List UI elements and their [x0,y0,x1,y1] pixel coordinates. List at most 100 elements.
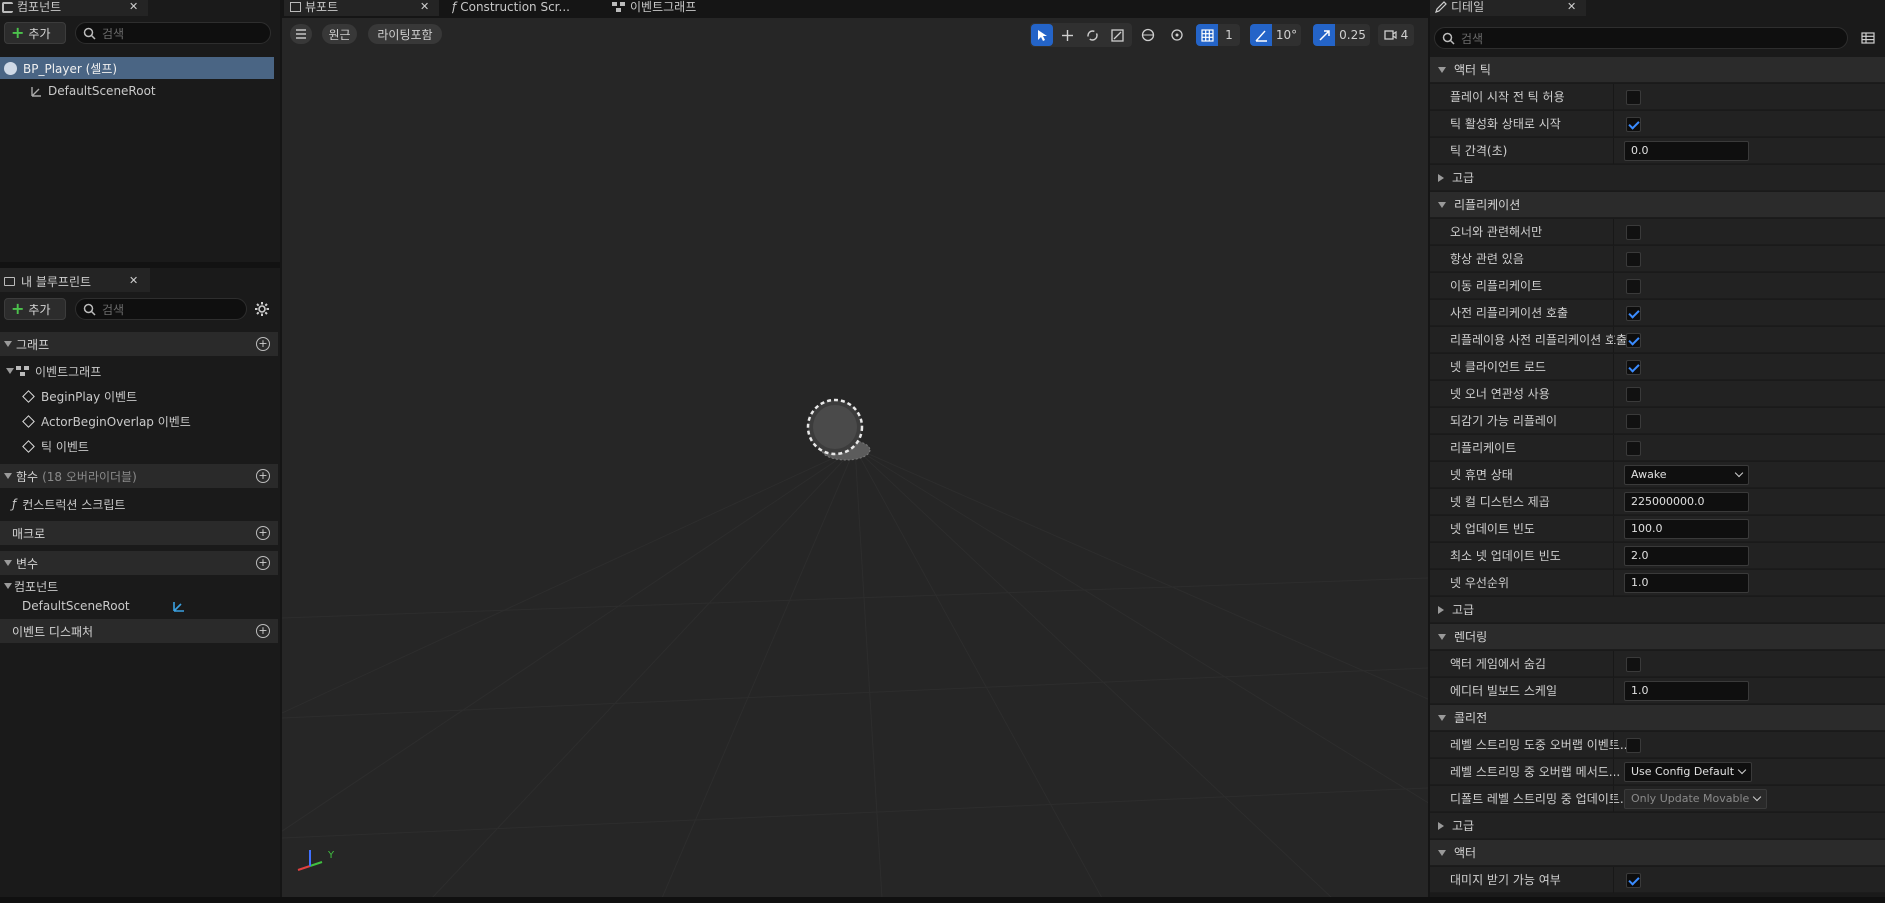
add-dispatcher-icon[interactable]: + [256,624,270,638]
graphs-section[interactable]: 그래프 + [0,332,278,356]
close-icon[interactable]: ✕ [420,1,429,13]
grid-snap-value[interactable]: 1 [1218,24,1240,46]
table-view-icon[interactable] [1861,32,1875,44]
construction-script-item[interactable]: ƒ 컨스트럭션 스크립트 [0,494,125,514]
translate-tool-button[interactable] [1056,24,1078,46]
add-macro-icon[interactable]: + [256,526,270,540]
scale-snap-value[interactable]: 0.25 [1335,24,1370,46]
property-checkbox[interactable] [1626,387,1641,402]
close-icon[interactable]: ✕ [1567,1,1576,13]
scale-tool-button[interactable] [1106,24,1128,46]
close-icon[interactable]: ✕ [129,275,138,287]
variable-item[interactable]: DefaultSceneRoot [0,596,200,616]
property-checkbox[interactable] [1626,252,1641,267]
blueprint-search-input[interactable]: 검색 [75,298,247,320]
surface-snap-button[interactable] [1166,24,1188,46]
property-checkbox[interactable] [1626,117,1641,132]
add-function-icon[interactable]: + [256,469,270,483]
property-checkbox[interactable] [1626,441,1641,456]
blueprint-add-button[interactable]: + 추가 [4,298,66,320]
column-divider[interactable] [1613,327,1614,353]
viewport-canvas[interactable]: Y [282,18,1428,898]
column-divider[interactable] [1613,246,1614,272]
event-item-overlap[interactable]: ActorBeginOverlap 이벤트 [0,411,191,431]
property-checkbox[interactable] [1626,90,1641,105]
details-category[interactable]: 액터 [1430,840,1885,866]
property-checkbox[interactable] [1626,333,1641,348]
column-divider[interactable] [1613,651,1614,677]
column-divider[interactable] [1613,84,1614,110]
details-search-input[interactable]: 검색 [1434,27,1848,49]
property-number-field[interactable]: 1.0 [1624,681,1749,701]
column-divider[interactable] [1613,786,1614,812]
event-item-tick[interactable]: 틱 이벤트 [0,436,89,456]
settings-gear-icon[interactable] [254,301,270,317]
property-checkbox[interactable] [1626,738,1641,753]
construction-script-tab[interactable]: ƒ Construction Scr... [452,0,592,14]
functions-section[interactable]: 함수 (18 오버라이더블) + [0,464,278,488]
lit-mode-button[interactable]: 라이팅포함 [368,24,442,44]
advanced-expander[interactable]: 고급 [1430,813,1885,839]
variables-components-category[interactable]: 컴포넌트 [0,576,58,596]
property-number-field[interactable]: 225000000.0 [1624,492,1749,512]
angle-snap-toggle[interactable] [1250,24,1272,46]
column-divider[interactable] [1613,462,1614,488]
add-variable-icon[interactable]: + [256,556,270,570]
component-child-item[interactable]: DefaultSceneRoot [0,81,156,101]
coord-space-button[interactable] [1137,24,1159,46]
property-number-field[interactable]: 0.0 [1624,141,1749,161]
components-search-input[interactable]: 검색 [75,22,271,44]
property-checkbox[interactable] [1626,279,1641,294]
column-divider[interactable] [1613,759,1614,785]
column-divider[interactable] [1613,570,1614,596]
perspective-button[interactable]: 원근 [322,24,357,44]
advanced-expander[interactable]: 고급 [1430,165,1885,191]
event-graph-item[interactable]: 이벤트그래프 [0,361,101,381]
column-divider[interactable] [1613,732,1614,758]
property-checkbox[interactable] [1626,414,1641,429]
property-checkbox[interactable] [1626,873,1641,888]
component-root-item[interactable]: BP_Player (셀프) [0,57,274,79]
column-divider[interactable] [1613,273,1614,299]
details-category[interactable]: 렌더링 [1430,624,1885,650]
event-item-beginplay[interactable]: BeginPlay 이벤트 [0,386,137,406]
column-divider[interactable] [1613,354,1614,380]
column-divider[interactable] [1613,138,1614,164]
advanced-expander[interactable]: 고급 [1430,597,1885,623]
rotate-tool-button[interactable] [1081,24,1103,46]
property-checkbox[interactable] [1626,657,1641,672]
column-divider[interactable] [1613,867,1614,893]
add-graph-icon[interactable]: + [256,337,270,351]
property-number-field[interactable]: 2.0 [1624,546,1749,566]
scale-snap-toggle[interactable] [1313,24,1335,46]
column-divider[interactable] [1613,300,1614,326]
property-dropdown[interactable]: Awake [1624,465,1749,485]
event-graph-tab[interactable]: 이벤트그래프 [612,0,742,14]
column-divider[interactable] [1613,111,1614,137]
column-divider[interactable] [1613,516,1614,542]
column-divider[interactable] [1613,219,1614,245]
property-checkbox[interactable] [1626,306,1641,321]
angle-snap-value[interactable]: 10° [1272,24,1301,46]
components-add-button[interactable]: + 추가 [4,22,66,44]
column-divider[interactable] [1613,678,1614,704]
property-number-field[interactable]: 100.0 [1624,519,1749,539]
macros-section[interactable]: 매크로 + [0,521,278,545]
column-divider[interactable] [1613,435,1614,461]
select-tool-button[interactable] [1031,24,1053,46]
property-checkbox[interactable] [1626,225,1641,240]
column-divider[interactable] [1613,543,1614,569]
dispatchers-section[interactable]: 이벤트 디스패처 + [0,619,278,643]
column-divider[interactable] [1613,489,1614,515]
details-category[interactable]: 콜리전 [1430,705,1885,731]
details-category[interactable]: 리플리케이션 [1430,192,1885,218]
grid-snap-toggle[interactable] [1196,24,1218,46]
column-divider[interactable] [1613,408,1614,434]
property-number-field[interactable]: 1.0 [1624,573,1749,593]
column-divider[interactable] [1613,381,1614,407]
viewport-menu-button[interactable] [290,24,312,44]
details-category[interactable]: 액터 틱 [1430,57,1885,83]
property-checkbox[interactable] [1626,360,1641,375]
close-icon[interactable]: ✕ [129,1,138,13]
variables-section[interactable]: 변수 + [0,551,278,575]
